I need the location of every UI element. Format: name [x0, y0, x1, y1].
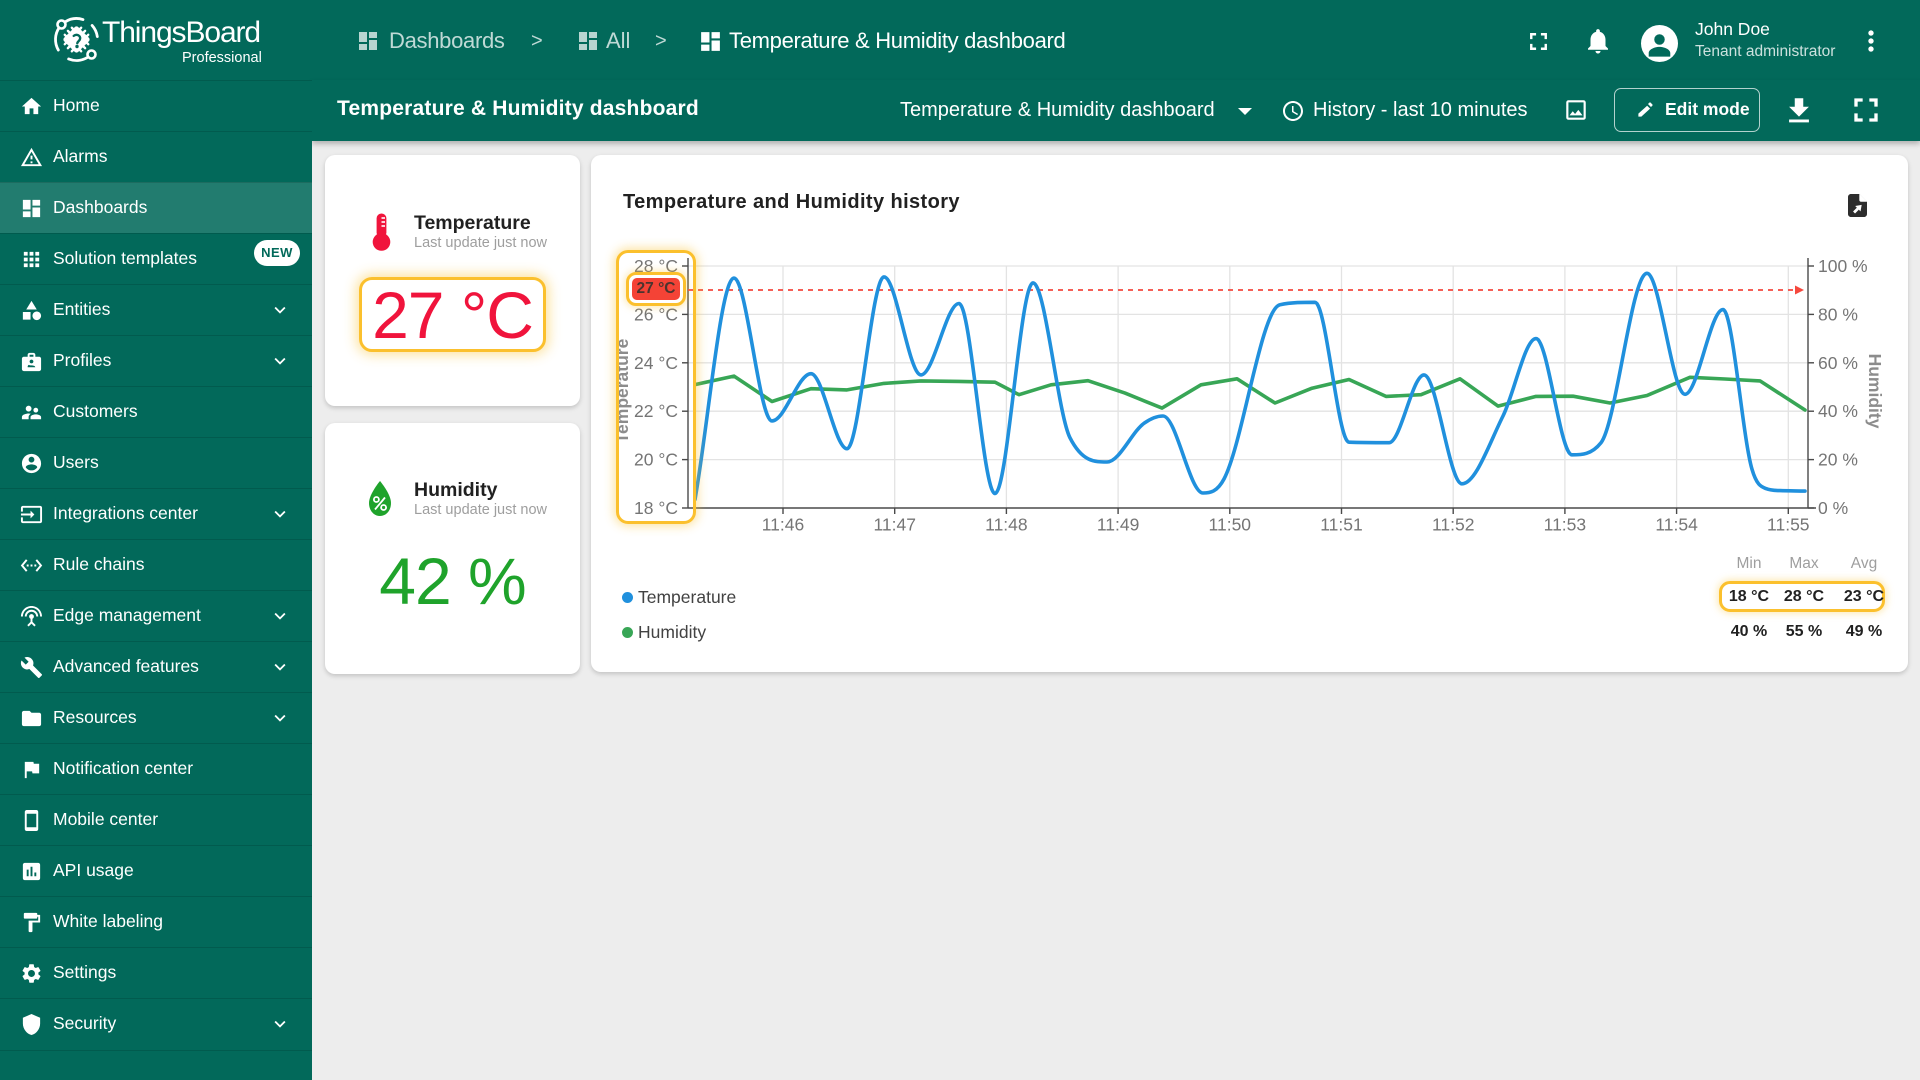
svg-text:0 %: 0 %	[1818, 498, 1848, 518]
svg-text:11:53: 11:53	[1544, 515, 1587, 535]
svg-text:11:49: 11:49	[1097, 515, 1140, 535]
svg-text:100 %: 100 %	[1818, 256, 1868, 276]
svg-text:11:48: 11:48	[985, 515, 1028, 535]
svg-text:11:51: 11:51	[1320, 515, 1363, 535]
svg-text:11:46: 11:46	[762, 515, 805, 535]
svg-text:60 %: 60 %	[1818, 353, 1858, 373]
svg-text:11:52: 11:52	[1432, 515, 1475, 535]
svg-text:11:50: 11:50	[1209, 515, 1252, 535]
svg-text:40 %: 40 %	[1818, 401, 1858, 421]
svg-text:20 %: 20 %	[1818, 450, 1858, 470]
svg-text:80 %: 80 %	[1818, 304, 1858, 324]
svg-text:11:54: 11:54	[1655, 515, 1698, 535]
svg-text:11:55: 11:55	[1767, 515, 1810, 535]
svg-text:Humidity: Humidity	[1865, 354, 1885, 429]
svg-text:11:47: 11:47	[873, 515, 916, 535]
